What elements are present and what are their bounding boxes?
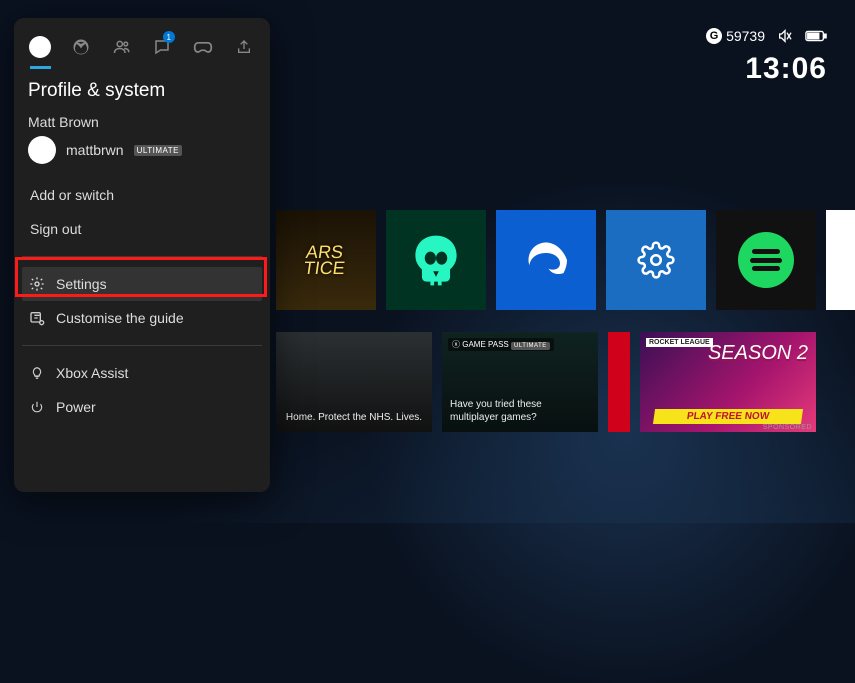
menu-label: Customise the guide bbox=[56, 310, 184, 326]
power-icon bbox=[28, 399, 46, 415]
guide-tab-people[interactable] bbox=[105, 29, 138, 65]
menu-add-or-switch[interactable]: Add or switch bbox=[22, 178, 262, 212]
tile-title: SEASON 2 bbox=[708, 342, 808, 365]
menu-label: Sign out bbox=[30, 221, 81, 237]
guide-tab-strip: 1 bbox=[14, 18, 270, 66]
menu-sign-out[interactable]: Sign out bbox=[22, 212, 262, 246]
tile-red-accent[interactable] bbox=[608, 332, 630, 432]
people-icon bbox=[113, 38, 131, 56]
profile-block[interactable]: Matt Brown mattbrwn ULTIMATE bbox=[14, 110, 270, 174]
guide-title: Profile & system bbox=[14, 66, 270, 110]
tile-caption: Home. Protect the NHS. Lives. bbox=[286, 412, 422, 425]
home-tile-row-2: Home. Protect the NHS. Lives. ⓧ GAME PAS… bbox=[276, 332, 816, 432]
avatar-icon bbox=[29, 36, 51, 58]
menu-xbox-assist[interactable]: Xbox Assist bbox=[22, 356, 262, 390]
divider bbox=[22, 256, 262, 257]
battery-icon bbox=[805, 30, 827, 42]
bulb-icon bbox=[28, 365, 46, 381]
tile-gamepass-ad[interactable]: ⓧ GAME PASS ULTIMATE Have you tried thes… bbox=[442, 332, 598, 432]
xbox-icon: ⓧ bbox=[452, 340, 460, 349]
guide-tab-profile[interactable] bbox=[24, 29, 57, 65]
tile-nhs-ad[interactable]: Home. Protect the NHS. Lives. bbox=[276, 332, 432, 432]
tile-edge[interactable] bbox=[496, 210, 596, 310]
subscription-badge: ULTIMATE bbox=[134, 145, 182, 156]
spotify-icon bbox=[738, 232, 794, 288]
gear-icon bbox=[637, 241, 675, 279]
guide-tab-share[interactable] bbox=[227, 29, 260, 65]
guide-panel: 1 Profile & system Matt Brown mattbrwn U… bbox=[14, 18, 270, 492]
tile-header: ⓧ GAME PASS ULTIMATE bbox=[448, 338, 554, 351]
notification-badge: 1 bbox=[163, 31, 175, 43]
menu-customise-guide[interactable]: Customise the guide bbox=[22, 301, 262, 335]
gamerscore-badge: G 59739 bbox=[706, 28, 765, 44]
menu-label: Settings bbox=[56, 276, 107, 292]
menu-label: Xbox Assist bbox=[56, 365, 128, 381]
xbox-icon bbox=[72, 38, 90, 56]
menu-label: Power bbox=[56, 399, 96, 415]
menu-label: Add or switch bbox=[30, 187, 114, 203]
controller-icon bbox=[193, 38, 213, 56]
tile-cars[interactable]: ARSTICE bbox=[276, 210, 376, 310]
tile-caption: Have you tried these multiplayer games? bbox=[450, 399, 590, 424]
customise-icon bbox=[28, 310, 46, 326]
tile-sea-of-thieves[interactable] bbox=[386, 210, 486, 310]
divider bbox=[22, 345, 262, 346]
gamerscore-icon: G bbox=[706, 28, 722, 44]
clock: 13:06 bbox=[745, 52, 827, 86]
edge-icon bbox=[525, 239, 567, 281]
guide-tab-library[interactable] bbox=[187, 29, 220, 65]
tile-spotify[interactable] bbox=[716, 210, 816, 310]
tile-cta: PLAY FREE NOW bbox=[653, 409, 803, 424]
status-bar: G 59739 bbox=[706, 28, 827, 44]
profile-display-name: Matt Brown bbox=[28, 114, 256, 130]
profile-gamertag: mattbrwn bbox=[66, 142, 124, 158]
tile-corner-badge: ROCKET LEAGUE bbox=[646, 338, 713, 347]
share-icon bbox=[236, 38, 252, 56]
guide-tab-chat[interactable]: 1 bbox=[146, 29, 179, 65]
menu-power[interactable]: Power bbox=[22, 390, 262, 424]
gear-icon bbox=[28, 276, 46, 292]
gamerscore-value: 59739 bbox=[726, 28, 765, 44]
tile-microsoft-store[interactable] bbox=[826, 210, 855, 310]
home-tile-row-1: ARSTICE bbox=[276, 210, 855, 310]
tile-rocket-league-ad[interactable]: ROCKET LEAGUE SEASON 2 PLAY FREE NOW SPO… bbox=[640, 332, 816, 432]
profile-avatar bbox=[28, 136, 56, 164]
sponsored-label: SPONSORED bbox=[763, 424, 812, 431]
menu-settings[interactable]: Settings bbox=[22, 267, 262, 301]
tile-settings[interactable] bbox=[606, 210, 706, 310]
mute-icon bbox=[777, 28, 793, 44]
guide-tab-xbox[interactable] bbox=[65, 29, 98, 65]
skull-icon bbox=[406, 230, 466, 290]
